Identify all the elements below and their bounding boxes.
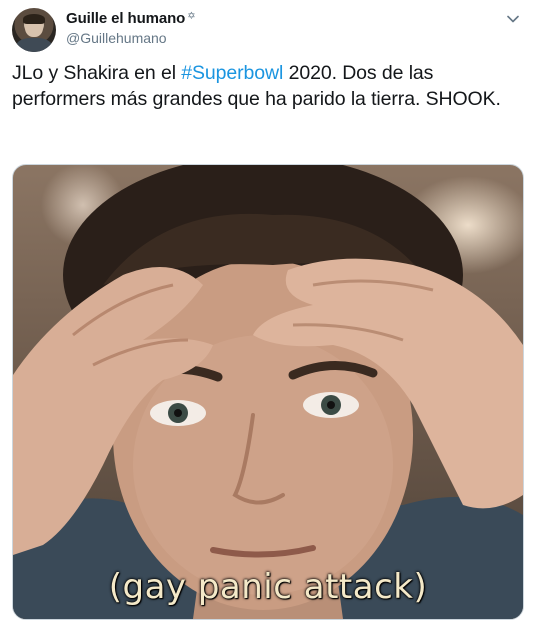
avatar-body	[16, 38, 52, 52]
display-name[interactable]: Guille el humano	[66, 10, 185, 27]
meme-illustration	[13, 165, 523, 619]
hashtag-link[interactable]: #Superbowl	[181, 62, 283, 84]
tweet-text: JLo y Shakira en el #Superbowl 2020. Dos…	[12, 60, 517, 112]
tweet-text-part: JLo y Shakira en el	[12, 62, 182, 84]
avatar[interactable]	[12, 8, 56, 52]
avatar-hair	[23, 14, 45, 24]
chevron-down-icon[interactable]	[504, 10, 522, 28]
star-of-david-emoji: ✡︎	[187, 11, 196, 22]
meme-caption: (gay panic attack)	[108, 567, 428, 607]
user-handle[interactable]: @Guillehumano	[66, 30, 167, 46]
user-name-row[interactable]: Guille el humano ✡︎	[66, 10, 196, 27]
tweet-card: Guille el humano ✡︎ @Guillehumano JLo y …	[0, 0, 534, 628]
tweet-image[interactable]: (gay panic attack)	[12, 164, 524, 620]
